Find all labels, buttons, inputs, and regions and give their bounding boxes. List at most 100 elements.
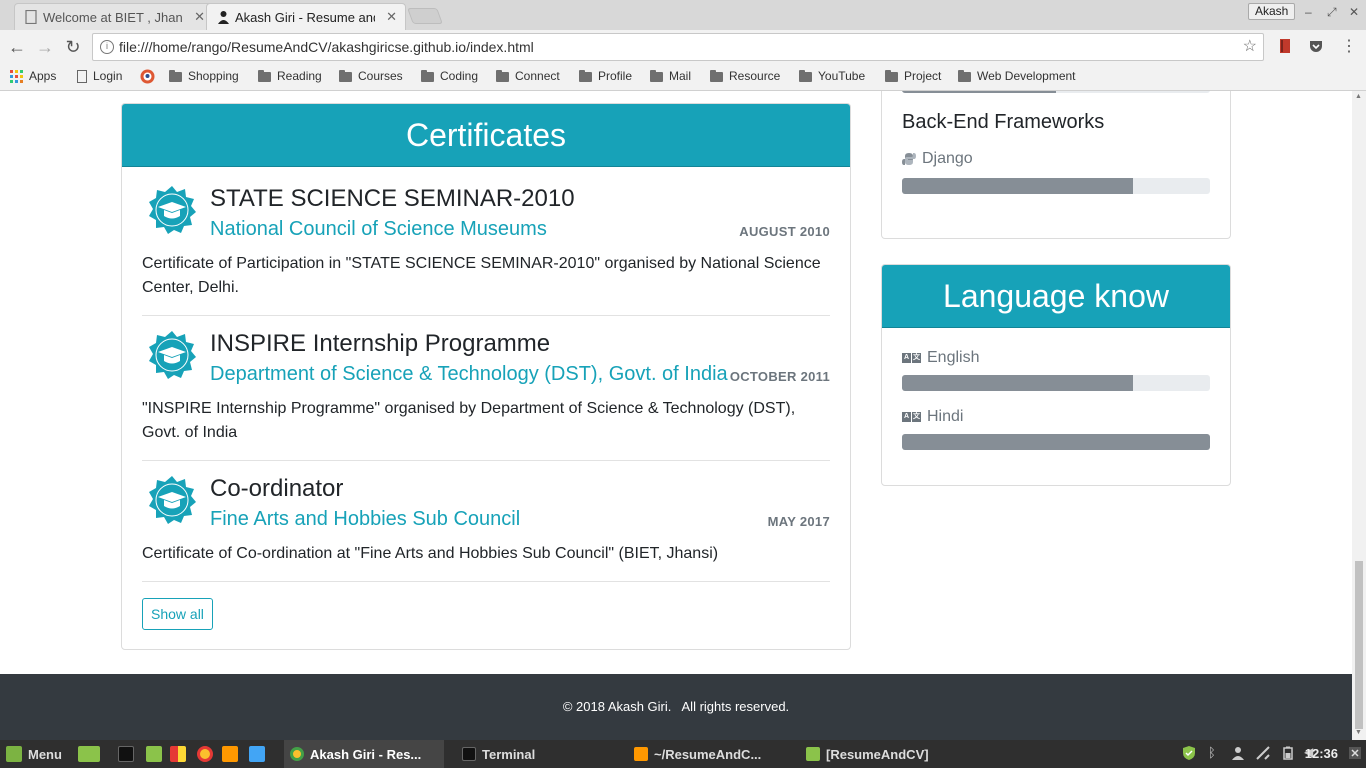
certificate-date: MAY 2017 (767, 514, 830, 529)
certificate-date: AUGUST 2010 (739, 224, 830, 239)
divider (142, 581, 830, 582)
restore-icon[interactable]: ⤢ (1327, 5, 1337, 20)
user-icon[interactable] (1231, 746, 1245, 760)
bluetooth-icon[interactable]: ᛒ (1208, 745, 1222, 760)
profile-button[interactable]: Akash (1248, 3, 1296, 20)
page-scrollbar[interactable]: ▲ ▼ (1352, 91, 1366, 740)
skill-django: Django (902, 150, 973, 168)
files-launcher-icon[interactable] (146, 740, 162, 768)
forward-icon[interactable]: → (34, 36, 56, 58)
folder-icon (958, 69, 971, 82)
page-icon (25, 10, 37, 24)
terminal-icon (462, 747, 476, 761)
bookmark-duckduckgo[interactable] (140, 69, 155, 84)
certificate-badge-icon (149, 186, 196, 234)
language-icon: A文 (902, 353, 921, 363)
shield-icon[interactable] (1182, 746, 1196, 760)
window-label: Terminal (482, 746, 536, 762)
bookmark-label: Mail (669, 69, 692, 83)
language-progress-bar (902, 434, 1210, 450)
menu-icon[interactable]: ⋮ (1338, 36, 1360, 58)
battery-icon[interactable] (1281, 746, 1295, 760)
tab-title: Akash Giri - Resume and CV (235, 9, 375, 25)
language-progress-bar (902, 375, 1210, 391)
bookmark-courses[interactable]: Courses (339, 69, 403, 83)
terminal-launcher-icon[interactable] (118, 740, 134, 768)
reload-icon[interactable]: ↻ (62, 36, 84, 58)
close-icon[interactable]: ✕ (386, 9, 397, 25)
info-icon[interactable]: i (100, 40, 114, 54)
taskbar-window-sublime[interactable]: ~/ResumeAndC... (634, 740, 761, 768)
language-english: A文 English (902, 349, 979, 367)
notifications-icon[interactable] (1348, 746, 1362, 760)
skill-progress-fill (902, 91, 1056, 93)
bookmark-label: Coding (440, 69, 479, 83)
bookmark-label: Web Development (977, 69, 1076, 83)
folder-icon (258, 69, 271, 82)
bookmark-label: Courses (358, 69, 403, 83)
page-icon (77, 69, 87, 83)
taskbar-window-chrome[interactable]: Akash Giri - Res... (284, 740, 444, 768)
footer-text: © 2018 Akash Giri. All rights reserved. (562, 699, 790, 714)
bookmark-project[interactable]: Project (885, 69, 941, 83)
show-all-button[interactable]: Show all (142, 598, 213, 630)
folder-icon (806, 747, 820, 761)
show-desktop-icon[interactable] (78, 740, 100, 768)
bookmark-resource[interactable]: Resource (710, 69, 780, 83)
divider (142, 460, 830, 461)
bookmark-shopping[interactable]: Shopping (169, 69, 239, 83)
address-bar[interactable]: i file:///home/rango/ResumeAndCV/akashgi… (92, 33, 1264, 61)
chrome-launcher-icon[interactable] (197, 740, 213, 768)
folder-icon (421, 69, 434, 82)
folder-icon (496, 69, 509, 82)
certificates-title: Certificates (122, 104, 850, 167)
bookmark-web-development[interactable]: Web Development (958, 69, 1076, 83)
skill-progress-fill (902, 178, 1133, 194)
tab-strip: Welcome at BIET , Jhansi ✕ Akash Giri - … (0, 0, 1366, 30)
language-hindi: A文 Hindi (902, 408, 963, 426)
close-icon[interactable]: ✕ (194, 9, 205, 25)
tab-biet[interactable]: Welcome at BIET , Jhansi ✕ (14, 3, 214, 30)
taskbar-window-files[interactable]: [ResumeAndCV] (806, 740, 929, 768)
scroll-down-icon[interactable]: ▼ (1355, 729, 1362, 736)
bookmark-star-icon[interactable]: ☆ (1243, 34, 1257, 60)
menu-label: Menu (28, 746, 62, 762)
book-extension-icon[interactable] (1277, 38, 1293, 54)
browser-toolbar: ← → ↻ i file:///home/rango/ResumeAndCV/a… (0, 30, 1366, 64)
skill-progress-bar (902, 178, 1210, 194)
scroll-up-icon[interactable]: ▲ (1355, 93, 1362, 100)
bookmark-youtube[interactable]: YouTube (799, 69, 865, 83)
bookmark-apps[interactable]: Apps (10, 69, 56, 83)
sublime-icon (634, 747, 648, 761)
bookmark-connect[interactable]: Connect (496, 69, 560, 83)
new-tab-button[interactable] (407, 8, 443, 24)
bookmark-mail[interactable]: Mail (650, 69, 691, 83)
camera-launcher-icon[interactable] (249, 740, 265, 768)
pocket-icon[interactable] (1308, 38, 1324, 54)
bookmark-profile[interactable]: Profile (579, 69, 632, 83)
tab-resume[interactable]: Akash Giri - Resume and CV ✕ (206, 3, 406, 30)
page-footer: © 2018 Akash Giri. All rights reserved. (0, 674, 1352, 740)
duckduckgo-icon (140, 69, 155, 84)
certificate-badge-icon (149, 331, 196, 379)
bookmark-coding[interactable]: Coding (421, 69, 478, 83)
bookmark-login[interactable]: Login (77, 69, 122, 83)
folder-icon (169, 69, 182, 82)
certificate-badge-icon (149, 476, 196, 524)
certificate-org: National Council of Science Museums (210, 218, 547, 240)
close-window-icon[interactable]: ✕ (1349, 5, 1359, 19)
back-icon[interactable]: ← (6, 36, 28, 58)
taskbar-window-terminal[interactable]: Terminal (462, 740, 535, 768)
menu-button[interactable]: Menu (6, 740, 62, 768)
network-icon[interactable] (1256, 746, 1270, 760)
software-launcher-icon[interactable] (170, 740, 186, 768)
bookmark-reading[interactable]: Reading (258, 69, 322, 83)
sublime-launcher-icon[interactable] (222, 740, 238, 768)
clock[interactable]: 12:36 (1305, 746, 1338, 761)
scrollbar-thumb[interactable] (1355, 561, 1363, 729)
minimize-icon[interactable]: – (1305, 5, 1312, 19)
certificates-card: Certificates STATE SCIENCE SEMINAR-2010 … (121, 103, 851, 650)
folder-icon (710, 69, 723, 82)
bookmark-label: Reading (277, 69, 322, 83)
bookmark-label: YouTube (818, 69, 866, 83)
